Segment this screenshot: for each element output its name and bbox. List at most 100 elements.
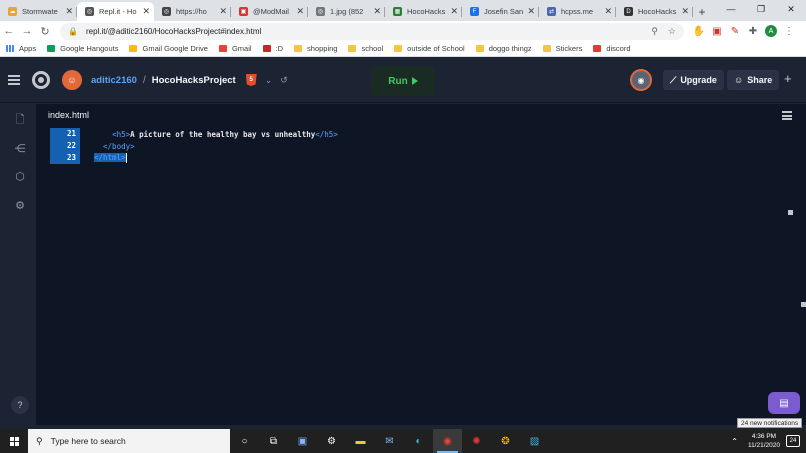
extension-pen-icon[interactable]: ✎ bbox=[726, 26, 744, 37]
code-line[interactable]: 22 </body> bbox=[36, 140, 806, 152]
bookmark-item[interactable]: Google Hangouts bbox=[47, 44, 118, 53]
mail-icon[interactable]: ✉ bbox=[375, 429, 404, 453]
code-lines[interactable]: 21 <h5>A picture of the healthy bay vs u… bbox=[36, 128, 806, 164]
bookmark-item[interactable]: :D bbox=[262, 44, 284, 53]
close-tab-icon[interactable]: ✕ bbox=[527, 6, 535, 17]
clock[interactable]: 4:36 PM 11/21/2020 bbox=[748, 432, 780, 450]
browser-tab[interactable]: ▦ HocoHacks ✕ bbox=[385, 2, 462, 21]
help-button[interactable]: ? bbox=[11, 396, 29, 414]
minimize-button[interactable]: — bbox=[716, 0, 746, 19]
extension-badge-icon[interactable]: ▣ bbox=[708, 26, 726, 37]
browser-tab[interactable]: ◎ https://ho ✕ bbox=[154, 2, 231, 21]
bookmark-item[interactable]: Gmail Google Drive bbox=[129, 44, 208, 53]
browser-tab[interactable]: ⇄ hcpss.me ✕ bbox=[539, 2, 616, 21]
bookmark-label: :D bbox=[275, 44, 284, 53]
close-tab-icon[interactable]: ✕ bbox=[450, 6, 458, 17]
app-icon[interactable]: ▣ bbox=[288, 429, 317, 453]
packages-icon[interactable]: ⬡ bbox=[14, 171, 26, 183]
chrome-icon[interactable]: ◉ bbox=[433, 429, 462, 453]
notification-center-icon[interactable]: 24 bbox=[786, 435, 800, 447]
browser-tab[interactable]: F Josefin San ✕ bbox=[462, 2, 539, 21]
editor-options-icon[interactable] bbox=[782, 111, 792, 120]
tab-index-html[interactable]: index.html bbox=[36, 103, 102, 126]
file-explorer-icon[interactable]: ▬ bbox=[346, 429, 375, 453]
share-button[interactable]: ☺ Share bbox=[727, 70, 780, 90]
url-text: repl.it/@aditic2160/HocoHacksProject#ind… bbox=[85, 26, 262, 36]
close-tab-icon[interactable]: ✕ bbox=[219, 6, 227, 17]
close-tab-icon[interactable]: ✕ bbox=[296, 6, 304, 17]
close-window-button[interactable]: ✕ bbox=[776, 0, 806, 19]
version-control-icon[interactable]: ⋲ bbox=[14, 143, 26, 155]
edge-icon[interactable]: ◐ bbox=[404, 429, 433, 453]
taskbar-search[interactable]: ⚲ Type here to search bbox=[28, 429, 230, 453]
bookmark-item[interactable]: Stickers bbox=[542, 44, 582, 53]
bookmark-item[interactable]: Apps bbox=[6, 44, 36, 53]
settings-gear-icon[interactable]: ⚙ bbox=[14, 200, 26, 212]
bookmark-item[interactable]: discord bbox=[593, 44, 631, 53]
browser-tab[interactable]: ☁ Stormwate ✕ bbox=[0, 2, 77, 21]
photos-icon[interactable]: ▨ bbox=[520, 429, 549, 453]
chevron-down-icon[interactable]: ⌄ bbox=[265, 75, 273, 86]
close-tab-icon[interactable]: ✕ bbox=[142, 6, 150, 17]
extensions-puzzle-icon[interactable]: ✚ bbox=[744, 26, 762, 37]
profile-initial: A bbox=[765, 25, 777, 37]
code-tag: </html> bbox=[94, 153, 126, 162]
bookmark-item[interactable]: Gmail bbox=[218, 44, 252, 53]
date: 11/21/2020 bbox=[747, 442, 780, 449]
browser-tab[interactable]: ▣ @ModMail ✕ bbox=[231, 2, 308, 21]
run-button[interactable]: Run bbox=[371, 66, 435, 96]
browser-tab[interactable]: D HocoHacks ✕ bbox=[616, 2, 693, 21]
replit-header: ☺ aditic2160 / HocoHacksProject 5 ⌄ ↺ Ru… bbox=[0, 58, 806, 103]
user-avatar[interactable]: ◉ bbox=[630, 69, 652, 91]
replit-logo-icon[interactable] bbox=[32, 71, 50, 89]
bookmark-item[interactable]: doggo thingz bbox=[475, 44, 532, 53]
code-editor[interactable]: index.html 21 <h5>A picture of the healt… bbox=[36, 103, 806, 425]
username-link[interactable]: aditic2160 bbox=[91, 75, 137, 86]
code-text: A picture of the healthy bay vs unhealth… bbox=[130, 129, 316, 139]
scrollbar-marker[interactable] bbox=[788, 210, 793, 215]
windows-start-icon[interactable] bbox=[0, 436, 28, 446]
chevron-up-icon[interactable]: ⌃ bbox=[731, 437, 738, 446]
code-content: </html> bbox=[80, 153, 127, 163]
profile-avatar[interactable]: A bbox=[762, 25, 780, 37]
maximize-button[interactable]: ❐ bbox=[746, 0, 776, 19]
chrome-menu-icon[interactable]: ⋮ bbox=[780, 26, 798, 37]
bookmark-star-icon[interactable]: ☆ bbox=[668, 26, 676, 37]
bookmark-item[interactable]: school bbox=[348, 44, 383, 53]
close-tab-icon[interactable]: ✕ bbox=[681, 6, 689, 17]
task-view-icon[interactable]: ⧉ bbox=[259, 429, 288, 453]
history-icon[interactable]: ↺ bbox=[280, 75, 288, 86]
new-tab-button[interactable]: + bbox=[693, 2, 711, 21]
settings-icon[interactable]: ⚙ bbox=[317, 429, 346, 453]
upgrade-button[interactable]: ⟋ Upgrade bbox=[663, 70, 724, 90]
code-line[interactable]: 23 </html> bbox=[36, 152, 806, 164]
scrollbar-marker[interactable] bbox=[801, 302, 806, 307]
tab-title: hcpss.me bbox=[561, 7, 594, 16]
bookmark-label: school bbox=[361, 44, 384, 53]
address-bar[interactable]: 🔒 repl.it/@aditic2160/HocoHacksProject#i… bbox=[60, 22, 684, 40]
apps-grid-icon bbox=[6, 45, 14, 52]
forward-button[interactable]: → bbox=[18, 25, 36, 37]
browser-tab[interactable]: ◎ 1.jpg (852 ✕ bbox=[308, 2, 385, 21]
bookmark-item[interactable]: shopping bbox=[294, 44, 337, 53]
project-avatar[interactable]: ☺ bbox=[62, 70, 82, 90]
add-pane-button[interactable]: + bbox=[784, 71, 792, 86]
back-button[interactable]: ← bbox=[0, 25, 18, 37]
menu-icon[interactable] bbox=[8, 75, 20, 85]
close-tab-icon[interactable]: ✕ bbox=[65, 6, 73, 17]
extension-hand-icon[interactable]: ✋ bbox=[690, 26, 708, 37]
app-dots-icon[interactable]: ❂ bbox=[491, 429, 520, 453]
files-icon[interactable]: 🗋 bbox=[14, 114, 26, 126]
project-name[interactable]: HocoHacksProject bbox=[152, 75, 236, 86]
code-line[interactable]: 21 <h5>A picture of the healthy bay vs u… bbox=[36, 128, 806, 140]
zoom-icon[interactable]: ⚲ bbox=[651, 26, 658, 37]
cortana-icon[interactable]: ○ bbox=[230, 429, 259, 453]
app-red-icon[interactable]: ✺ bbox=[462, 429, 491, 453]
browser-tab[interactable]: ◎ Repl.it - Ho ✕ bbox=[77, 2, 154, 21]
reload-button[interactable]: ↻ bbox=[36, 25, 54, 38]
bookmark-item[interactable]: outside of School bbox=[394, 44, 465, 53]
close-tab-icon[interactable]: ✕ bbox=[604, 6, 612, 17]
chat-icon[interactable]: ▤ bbox=[768, 392, 800, 414]
close-tab-icon[interactable]: ✕ bbox=[373, 6, 381, 17]
line-number: 21 bbox=[50, 128, 80, 140]
